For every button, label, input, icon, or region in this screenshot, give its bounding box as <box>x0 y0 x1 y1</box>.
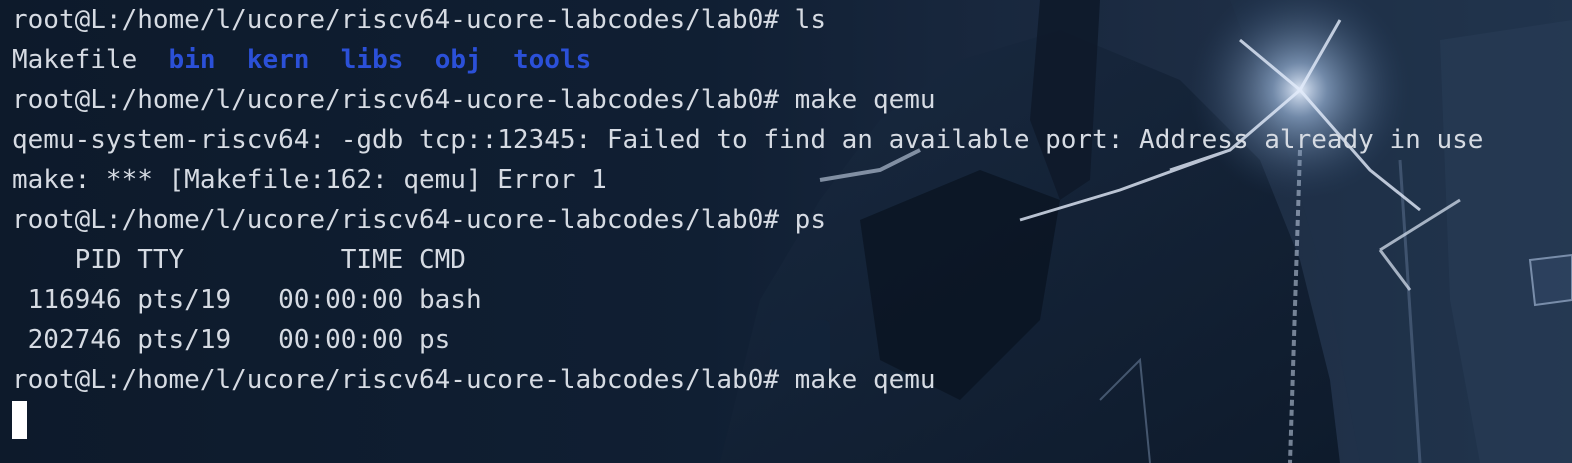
command-text: ls <box>794 5 826 35</box>
ps-process-row: 202746 pts/19 00:00:00 ps <box>12 325 451 355</box>
command-text: ps <box>794 205 826 235</box>
command-text: make qemu <box>794 85 936 115</box>
shell-prompt: root@L:/home/l/ucore/riscv64-ucore-labco… <box>12 205 780 235</box>
file-entry: Makefile <box>12 45 138 75</box>
terminal-line: root@L:/home/l/ucore/riscv64-ucore-labco… <box>12 80 1572 120</box>
shell-prompt: root@L:/home/l/ucore/riscv64-ucore-labco… <box>12 365 780 395</box>
input-line[interactable] <box>12 400 1572 440</box>
terminal-output: root@L:/home/l/ucore/riscv64-ucore-labco… <box>0 0 1572 440</box>
ps-header-line: PID TTY TIME CMD <box>12 245 466 275</box>
directory-entry: kern <box>246 45 310 75</box>
text-cursor <box>12 401 27 439</box>
terminal-line: root@L:/home/l/ucore/riscv64-ucore-labco… <box>12 200 1572 240</box>
directory-entry: libs <box>340 45 404 75</box>
terminal-window[interactable]: root@L:/home/l/ucore/riscv64-ucore-labco… <box>0 0 1572 463</box>
ps-process-row: 116946 pts/19 00:00:00 bash <box>12 285 482 315</box>
terminal-line: root@L:/home/l/ucore/riscv64-ucore-labco… <box>12 360 1572 400</box>
directory-entry: bin <box>168 45 216 75</box>
command-text: make qemu <box>794 365 936 395</box>
terminal-line: root@L:/home/l/ucore/riscv64-ucore-labco… <box>12 0 1572 40</box>
error-output-line: qemu-system-riscv64: -gdb tcp::12345: Fa… <box>12 125 1484 155</box>
directory-entry: obj <box>434 45 482 75</box>
shell-prompt: root@L:/home/l/ucore/riscv64-ucore-labco… <box>12 85 780 115</box>
error-output-line: make: *** [Makefile:162: qemu] Error 1 <box>12 165 607 195</box>
ls-output-line: Makefile bin kern libs obj tools <box>12 40 1572 80</box>
shell-prompt: root@L:/home/l/ucore/riscv64-ucore-labco… <box>12 5 780 35</box>
directory-entry: tools <box>512 45 592 75</box>
